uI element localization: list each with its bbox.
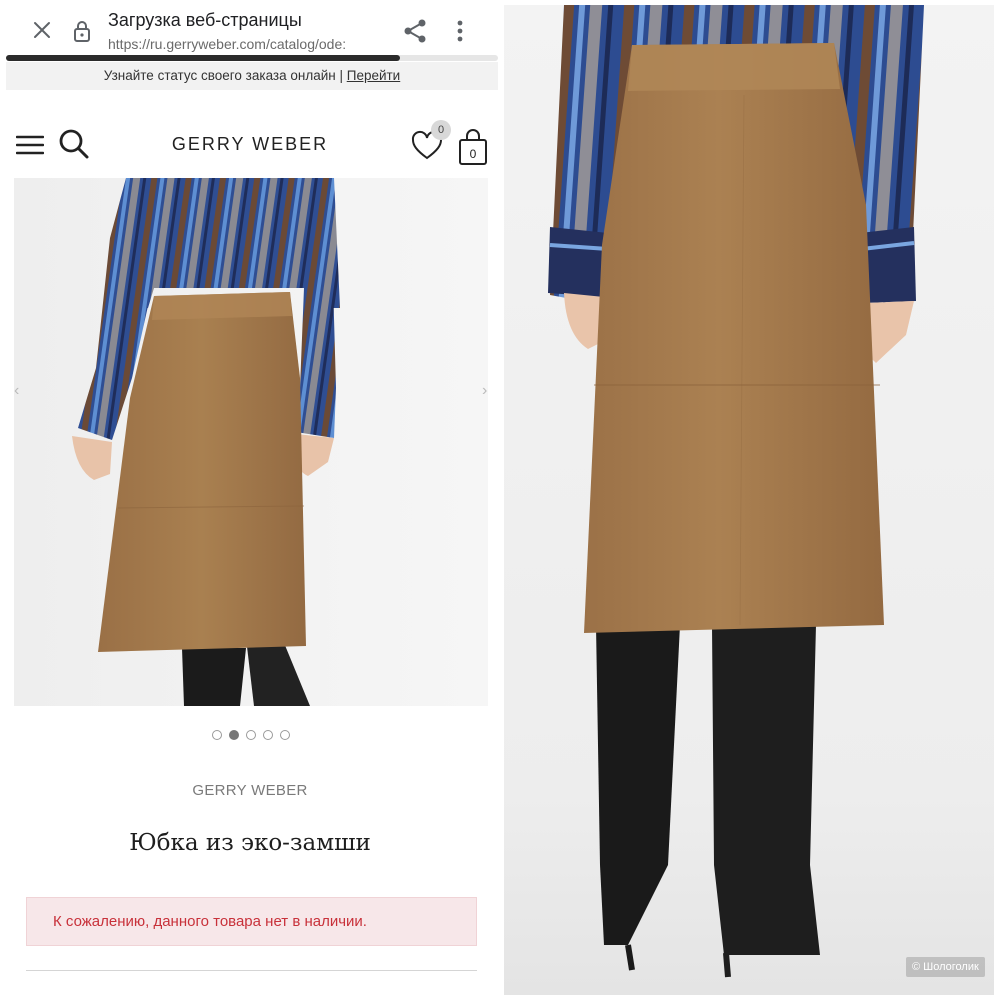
more-vertical-icon[interactable] [450,16,470,46]
product-photo [14,178,488,706]
gallery-dot[interactable] [280,730,290,740]
gallery-pagination [212,730,290,742]
closeup-photo [504,5,994,995]
share-icon[interactable] [402,18,428,44]
gallery-dot[interactable] [246,730,256,740]
product-brand[interactable]: GERRY WEBER [0,782,500,799]
order-status-text: Узнайте статус своего заказа онлайн | [103,68,347,83]
site-header: GERRY WEBER [0,110,500,180]
order-status-banner: Узнайте статус своего заказа онлайн | Пе… [6,62,498,90]
close-icon[interactable] [30,18,54,42]
section-divider [26,970,477,971]
order-status-link[interactable]: Перейти [347,68,401,83]
product-title: Юбка из эко-замши [129,830,371,856]
lock-icon [74,21,90,42]
gallery-prev-arrow[interactable]: ‹ [14,382,19,400]
search-icon[interactable] [58,128,90,160]
page-title: Загрузка веб-страницы [108,10,302,30]
page-load-progress [6,55,400,61]
watermark: © Шологолик [906,957,985,977]
brand-logo[interactable]: GERRY WEBER [170,134,330,155]
gallery-next-arrow[interactable]: › [482,382,487,400]
hamburger-menu-icon[interactable] [16,134,44,156]
product-image[interactable] [14,178,488,706]
cart-count: 0 [469,147,477,161]
gallery-dot[interactable] [212,730,222,740]
wishlist-count-badge: 0 [431,120,451,140]
browser-toolbar: Загрузка веб-страницы https://ru.gerrywe… [0,0,500,58]
product-photo-closeup [504,5,994,995]
out-of-stock-alert: К сожалению, данного товара нет в наличи… [26,897,477,946]
gallery-dot[interactable] [229,730,239,740]
gallery-dot[interactable] [263,730,273,740]
phone-screenshot: Загрузка веб-страницы https://ru.gerrywe… [0,0,500,1000]
address-url[interactable]: https://ru.gerryweber.com/catalog/ode: [108,36,388,52]
